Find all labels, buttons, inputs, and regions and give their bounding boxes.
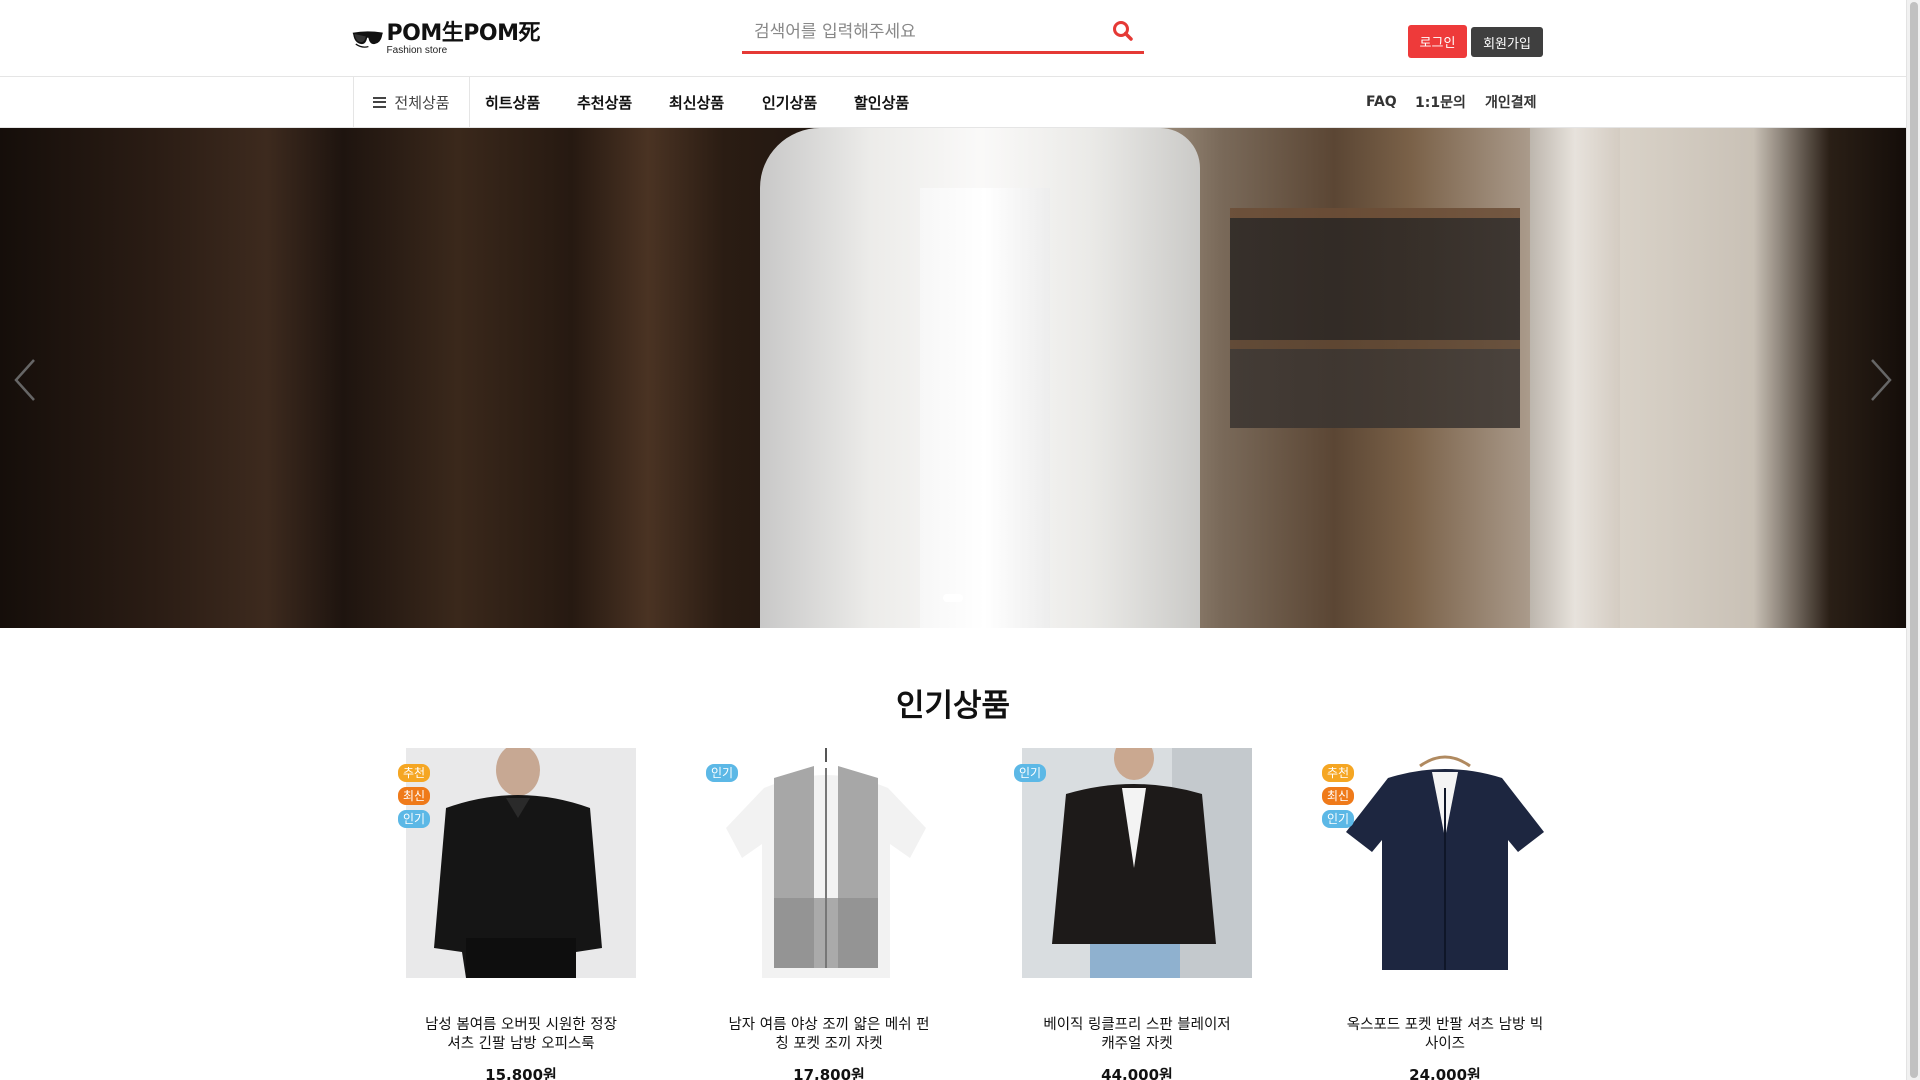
logo-title: POM生POM死 bbox=[386, 20, 541, 46]
nav-item-hit[interactable]: 히트상품 bbox=[485, 77, 540, 127]
badge-new: 최신 bbox=[1322, 787, 1355, 805]
product-card[interactable]: 추천 최신 인기 옥스포드 포켓 반팔 셔츠 남방 빅 사이즈 24,000원 bbox=[1322, 746, 1562, 1080]
product-name-line: 칭 포켓 조끼 자켓 bbox=[775, 1036, 883, 1052]
badge-popular: 인기 bbox=[706, 764, 739, 782]
product-name[interactable]: 남성 봄여름 오버핏 시원한 정장 셔츠 긴팔 남방 오피스룩 bbox=[406, 1016, 636, 1054]
nav-link-faq[interactable]: FAQ bbox=[1366, 77, 1397, 127]
menu-icon bbox=[373, 96, 387, 108]
product-card[interactable]: 인기 베이직 링클프리 스판 블레이저 캐주얼 자켓 44,000원 bbox=[1014, 746, 1254, 1080]
sunglasses-icon bbox=[352, 31, 383, 48]
product-badges: 인기 bbox=[1014, 764, 1047, 782]
slide-indicator[interactable] bbox=[943, 594, 963, 602]
product-name-line: 사이즈 bbox=[1424, 1036, 1466, 1052]
product-price: 15,800원 bbox=[485, 1066, 557, 1080]
product-name-line: 셔츠 긴팔 남방 오피스룩 bbox=[447, 1036, 595, 1052]
badge-recommended: 추천 bbox=[398, 764, 431, 782]
product-badges: 인기 bbox=[706, 764, 739, 782]
product-name-line: 베이직 링클프리 스판 블레이저 bbox=[1043, 1017, 1231, 1033]
product-name-line: 남성 봄여름 오버핏 시원한 정장 bbox=[425, 1017, 617, 1033]
nav-item-popular[interactable]: 인기상품 bbox=[762, 77, 817, 127]
section-title: 인기상품 bbox=[895, 688, 1011, 724]
nav-all-label: 전체상품 bbox=[394, 93, 450, 112]
nav-item-recommended[interactable]: 추천상품 bbox=[577, 77, 632, 127]
prev-slide-icon[interactable] bbox=[10, 356, 40, 404]
product-name[interactable]: 옥스포드 포켓 반팔 셔츠 남방 빅 사이즈 bbox=[1330, 1016, 1560, 1054]
scrollbar-thumb[interactable] bbox=[1910, 2, 1918, 1078]
main-nav: 전체상품 히트상품 추천상품 최신상품 인기상품 할인상품 FAQ 1:1문의 … bbox=[0, 76, 1906, 128]
product-image[interactable] bbox=[406, 748, 636, 978]
product-image[interactable] bbox=[1022, 748, 1252, 978]
product-badges: 추천 최신 인기 bbox=[1322, 764, 1355, 828]
hero-banner[interactable] bbox=[0, 128, 1906, 628]
product-price: 17,800원 bbox=[793, 1066, 865, 1080]
badge-popular: 인기 bbox=[1014, 764, 1047, 782]
product-name-line: 남자 여름 야상 조끼 얇은 메쉬 펀 bbox=[728, 1017, 930, 1033]
product-card[interactable]: 인기 남자 여름 야상 조끼 얇은 메쉬 펀 칭 포켓 조끼 자켓 17,800… bbox=[706, 746, 946, 1080]
nav-link-inquiry[interactable]: 1:1문의 bbox=[1415, 77, 1466, 127]
page-scrollbar[interactable] bbox=[1906, 0, 1920, 1080]
navy-shirt-image bbox=[1330, 748, 1560, 978]
gray-vest-image bbox=[714, 748, 944, 978]
product-price: 24,000원 bbox=[1409, 1066, 1481, 1080]
product-name[interactable]: 남자 여름 야상 조끼 얇은 메쉬 펀 칭 포켓 조끼 자켓 bbox=[714, 1016, 944, 1054]
site-header: POM生POM死 Fashion store 로그인 회원가입 bbox=[0, 0, 1906, 76]
search-bar bbox=[742, 14, 1144, 54]
nav-item-newest[interactable]: 최신상품 bbox=[669, 77, 724, 127]
product-image[interactable] bbox=[714, 748, 944, 978]
search-button[interactable] bbox=[1112, 20, 1138, 46]
badge-popular: 인기 bbox=[398, 810, 431, 828]
nav-item-sale[interactable]: 할인상품 bbox=[854, 77, 909, 127]
badge-new: 최신 bbox=[398, 787, 431, 805]
banner-wardrobe-shelf bbox=[1230, 208, 1520, 428]
product-card[interactable]: 추천 최신 인기 남성 봄여름 오버핏 시원한 정장 셔츠 긴팔 남방 오피스룩… bbox=[398, 746, 638, 1080]
nav-link-personal-payment[interactable]: 개인결제 bbox=[1485, 77, 1537, 127]
product-badges: 추천 최신 인기 bbox=[398, 764, 431, 828]
product-name-line: 캐주얼 자켓 bbox=[1101, 1036, 1173, 1052]
badge-recommended: 추천 bbox=[1322, 764, 1355, 782]
search-icon bbox=[1113, 21, 1133, 41]
login-button[interactable]: 로그인 bbox=[1408, 25, 1467, 58]
product-price: 44,000원 bbox=[1101, 1066, 1173, 1080]
signup-button[interactable]: 회원가입 bbox=[1471, 27, 1543, 57]
logo-subtitle: Fashion store bbox=[386, 44, 448, 56]
black-blazer-image bbox=[1022, 748, 1252, 978]
badge-popular: 인기 bbox=[1322, 810, 1355, 828]
banner-white-shirt bbox=[920, 188, 1050, 628]
site-logo[interactable]: POM生POM死 Fashion store bbox=[352, 20, 541, 56]
next-slide-icon[interactable] bbox=[1866, 356, 1896, 404]
nav-all-products[interactable]: 전체상품 bbox=[353, 77, 470, 127]
search-input[interactable] bbox=[742, 14, 1092, 50]
product-name[interactable]: 베이직 링클프리 스판 블레이저 캐주얼 자켓 bbox=[1022, 1016, 1252, 1054]
black-shirt-image bbox=[406, 748, 636, 978]
product-image[interactable] bbox=[1330, 748, 1560, 978]
banner-hanging-coat bbox=[1530, 128, 1620, 628]
product-name-line: 옥스포드 포켓 반팔 셔츠 남방 빅 bbox=[1346, 1017, 1544, 1033]
